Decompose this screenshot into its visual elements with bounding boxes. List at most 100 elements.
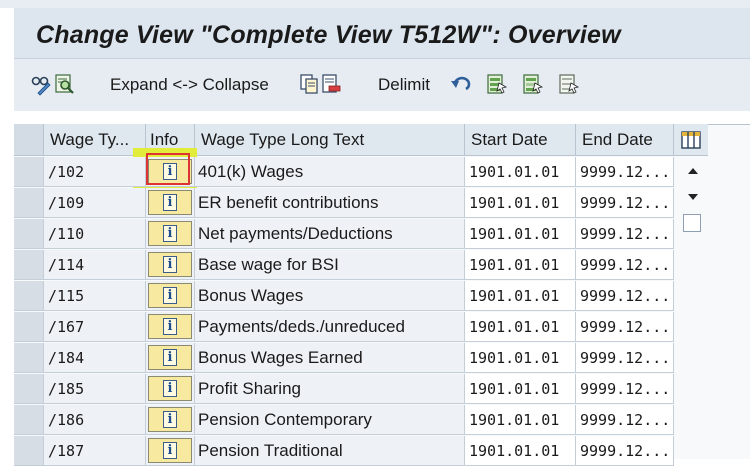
table-row: /185 i Profit Sharing 1901.01.01 9999.12...	[14, 374, 674, 405]
info-button[interactable]: i	[148, 376, 192, 401]
row-selector[interactable]	[14, 219, 44, 249]
info-cell: i	[146, 405, 195, 435]
wage-type-long-text: Bonus Wages Earned	[195, 343, 465, 373]
column-header-start-date[interactable]: Start Date	[465, 124, 576, 156]
wage-type-long-text: ER benefit contributions	[195, 188, 465, 218]
end-date-field[interactable]: 9999.12...	[576, 188, 674, 218]
glasses-pencil-icon[interactable]	[30, 72, 52, 96]
end-date-field[interactable]: 9999.12...	[576, 405, 674, 435]
row-selector[interactable]	[14, 312, 44, 342]
end-date-field[interactable]: 9999.12...	[576, 250, 674, 280]
wage-type-long-text: Pension Contemporary	[195, 405, 465, 435]
wage-type-code: /167	[44, 312, 146, 342]
table-row: /109 i ER benefit contributions 1901.01.01 9…	[14, 188, 674, 219]
undo-icon[interactable]	[450, 72, 472, 96]
start-date-field[interactable]: 1901.01.01	[465, 343, 576, 373]
wage-type-code: /115	[44, 281, 146, 311]
wage-type-long-text: 401(k) Wages	[195, 157, 465, 187]
info-highlight-border	[146, 153, 190, 185]
start-date-field[interactable]: 1901.01.01	[465, 157, 576, 187]
table-row: /102 i 401(k) Wages 1901.01.01 9999.12...	[14, 157, 674, 188]
info-icon: i	[163, 411, 177, 428]
wage-type-code: /184	[44, 343, 146, 373]
info-button[interactable]: i	[148, 252, 192, 277]
info-cell: i	[146, 281, 195, 311]
application-toolbar: Expand <-> Collapse Delimit	[14, 59, 750, 111]
info-icon: i	[163, 256, 177, 273]
scroll-up-icon[interactable]	[686, 166, 700, 176]
scroll-thumb[interactable]	[683, 214, 701, 232]
info-button[interactable]: i	[148, 314, 192, 339]
start-date-field[interactable]: 1901.01.01	[465, 374, 576, 404]
column-header-long-text[interactable]: Wage Type Long Text	[195, 124, 465, 156]
info-icon: i	[163, 442, 177, 459]
info-button[interactable]: i	[148, 438, 192, 463]
wage-type-code: /185	[44, 374, 146, 404]
wage-type-code: /187	[44, 436, 146, 466]
start-date-field[interactable]: 1901.01.01	[465, 436, 576, 466]
wage-type-long-text: Base wage for BSI	[195, 250, 465, 280]
end-date-field[interactable]: 9999.12...	[576, 157, 674, 187]
start-date-field[interactable]: 1901.01.01	[465, 312, 576, 342]
end-date-field[interactable]: 9999.12...	[576, 374, 674, 404]
info-button[interactable]: i	[148, 407, 192, 432]
row-selector[interactable]	[14, 374, 44, 404]
wage-type-code: /114	[44, 250, 146, 280]
info-cell: i	[146, 374, 195, 404]
info-icon: i	[163, 349, 177, 366]
row-selector[interactable]	[14, 436, 44, 466]
info-cell: i	[146, 250, 195, 280]
vertical-scrollbar[interactable]	[680, 156, 706, 458]
row-selector[interactable]	[14, 250, 44, 280]
start-date-field[interactable]: 1901.01.01	[465, 281, 576, 311]
info-cell: i	[146, 188, 195, 218]
expand-collapse-button[interactable]: Expand <-> Collapse	[110, 73, 269, 97]
column-header-end-date[interactable]: End Date	[576, 124, 674, 156]
row-selector[interactable]	[14, 405, 44, 435]
select-block-icon[interactable]	[522, 72, 544, 96]
column-settings-button[interactable]	[674, 124, 708, 156]
wage-type-long-text: Net payments/Deductions	[195, 219, 465, 249]
wage-type-code: /186	[44, 405, 146, 435]
info-button[interactable]: i	[148, 283, 192, 308]
row-selector[interactable]	[14, 281, 44, 311]
table-row: /184 i Bonus Wages Earned 1901.01.01 9999.12…	[14, 343, 674, 374]
info-button[interactable]: i	[148, 345, 192, 370]
start-date-field[interactable]: 1901.01.01	[465, 405, 576, 435]
delimit-label: Delimit	[378, 75, 430, 94]
info-icon: i	[163, 380, 177, 397]
info-cell: i	[146, 219, 195, 249]
end-date-field[interactable]: 9999.12...	[576, 436, 674, 466]
table-row: /187 i Pension Traditional 1901.01.01 9999.1…	[14, 436, 674, 467]
column-settings-icon	[681, 130, 701, 149]
end-date-field[interactable]: 9999.12...	[576, 343, 674, 373]
column-header-wage-type[interactable]: Wage Ty...	[44, 124, 146, 156]
select-all-icon[interactable]	[486, 72, 508, 96]
info-cell: i	[146, 312, 195, 342]
select-all-header-cell[interactable]	[14, 124, 44, 156]
info-icon: i	[163, 194, 177, 211]
wage-type-long-text: Profit Sharing	[195, 374, 465, 404]
copy-icon[interactable]	[298, 72, 320, 96]
info-button[interactable]: i	[148, 221, 192, 246]
end-date-field[interactable]: 9999.12...	[576, 219, 674, 249]
expand-collapse-label: Expand <-> Collapse	[110, 75, 269, 94]
row-selector[interactable]	[14, 157, 44, 187]
end-date-field[interactable]: 9999.12...	[576, 312, 674, 342]
info-cell: i	[146, 343, 195, 373]
wage-type-code: /102	[44, 157, 146, 187]
deselect-all-icon[interactable]	[558, 72, 580, 96]
row-selector[interactable]	[14, 188, 44, 218]
start-date-field[interactable]: 1901.01.01	[465, 219, 576, 249]
start-date-field[interactable]: 1901.01.01	[465, 188, 576, 218]
end-date-field[interactable]: 9999.12...	[576, 281, 674, 311]
find-icon[interactable]	[54, 72, 76, 96]
start-date-field[interactable]: 1901.01.01	[465, 250, 576, 280]
scroll-down-icon[interactable]	[686, 192, 700, 202]
wage-type-long-text: Bonus Wages	[195, 281, 465, 311]
row-selector[interactable]	[14, 343, 44, 373]
delete-icon[interactable]	[320, 72, 342, 96]
info-button[interactable]: i	[148, 190, 192, 215]
delimit-button[interactable]: Delimit	[378, 73, 430, 97]
info-icon: i	[163, 225, 177, 242]
